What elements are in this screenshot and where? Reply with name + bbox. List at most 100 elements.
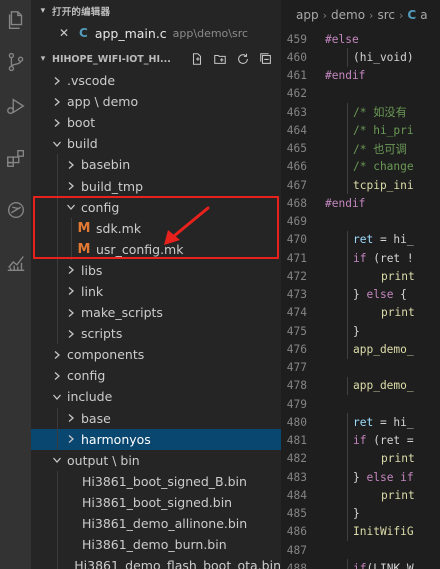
chevron-right-icon[interactable] [63, 431, 79, 447]
code-line[interactable]: 479 [281, 395, 440, 413]
code-line[interactable]: 460 (hi_void) [281, 48, 440, 67]
files-icon[interactable] [0, 2, 31, 38]
line-number: 463 [286, 105, 307, 119]
tree-folder[interactable]: components [31, 344, 281, 365]
code-line[interactable]: 488 if(LINK W [281, 559, 440, 569]
tree-item-label: output \ bin [67, 452, 140, 468]
tree-folder[interactable]: app \ demo [31, 91, 281, 112]
tree-folder[interactable]: basebin [31, 154, 281, 176]
code-text: /* 也可调 [325, 141, 407, 157]
code-line[interactable]: 469 [281, 213, 440, 231]
code-text: InitWifiG [325, 525, 414, 538]
code-line[interactable]: 486 InitWifiG [281, 522, 440, 541]
tree-file[interactable]: Hi3861_demo_burn.bin [31, 534, 281, 556]
code-line[interactable]: 467 tcpip_ini [281, 176, 440, 195]
breadcrumb-item[interactable]: demo [331, 8, 365, 22]
tree-folder[interactable]: harmonyos [31, 428, 281, 450]
code-line[interactable]: 482 print [281, 449, 440, 468]
chevron-right-icon[interactable] [49, 73, 65, 89]
code-line[interactable]: 473} else { [281, 285, 440, 304]
chevron-right-icon[interactable] [63, 178, 79, 194]
chevron-right-icon[interactable] [63, 410, 79, 426]
source-control-icon[interactable] [0, 44, 31, 80]
new-folder-icon[interactable] [213, 52, 227, 66]
code-line[interactable]: 475} [281, 322, 440, 341]
chevron-right-icon[interactable] [49, 347, 65, 363]
new-file-icon[interactable] [190, 52, 204, 66]
code-line[interactable]: 477 [281, 359, 440, 377]
code-line[interactable]: 461 #endif [281, 67, 440, 85]
chevron-right-icon[interactable] [49, 368, 65, 384]
code-editor[interactable]: app › demo › src › C a 459 #else 460 (hi_vo… [281, 0, 440, 569]
code-line[interactable]: 466 /* change [281, 157, 440, 176]
chevron-down-icon[interactable] [49, 136, 65, 152]
tree-folder[interactable]: config [31, 365, 281, 386]
file-tree: .vscode app \ demo boot build basebin build_t… [31, 70, 281, 569]
tree-folder[interactable]: make_scripts [31, 302, 281, 324]
breadcrumb-item[interactable]: app [296, 8, 319, 22]
run-debug-icon[interactable] [0, 88, 31, 124]
breadcrumb-item[interactable]: src [377, 8, 395, 22]
activity-bar [0, 0, 31, 569]
code-line[interactable]: 470 ret = hi_ [281, 230, 440, 249]
code-line[interactable]: 480 ret = hi_ [281, 413, 440, 432]
chevron-down-icon[interactable] [49, 452, 65, 468]
code-line[interactable]: 476 app_demo_ [281, 340, 440, 359]
tree-folder[interactable]: boot [31, 112, 281, 133]
chevron-right-icon[interactable] [63, 262, 79, 278]
code-line[interactable]: 483} else if [281, 468, 440, 487]
breadcrumb-item[interactable]: a [420, 8, 427, 22]
indent-guide [57, 302, 58, 324]
tree-file[interactable]: Hi3861_demo_flash_boot_ota.bin [31, 555, 281, 569]
code-text: /* hi_pri [325, 124, 414, 137]
open-editor-item[interactable]: ✕ C app_main.c app\demo\src [31, 22, 281, 44]
tree-folder[interactable]: output \ bin [31, 450, 281, 471]
close-icon[interactable]: ✕ [59, 26, 71, 40]
tree-folder[interactable]: build [31, 133, 281, 154]
code-line[interactable]: 459 #else [281, 30, 440, 48]
chevron-right-icon[interactable] [63, 283, 79, 299]
code-line[interactable]: 471 if (ret ! [281, 249, 440, 268]
chevron-right-icon[interactable] [63, 326, 79, 342]
refresh-icon[interactable] [236, 52, 250, 66]
chevron-right-icon[interactable] [49, 94, 65, 110]
code-line[interactable]: 468 #endif [281, 194, 440, 212]
breadcrumb-c-icon[interactable]: C [407, 8, 416, 22]
code-line[interactable]: 472 print [281, 267, 440, 286]
code-line[interactable]: 465 /* 也可调 [281, 139, 440, 158]
tree-folder[interactable]: .vscode [31, 70, 281, 91]
tree-folder[interactable]: scripts [31, 323, 281, 345]
chevron-right-icon[interactable] [63, 305, 79, 321]
remote-icon[interactable] [0, 192, 31, 228]
open-editors-header[interactable]: ▾ 打开的编辑器 [31, 0, 281, 22]
code-token: (LINK W [366, 561, 414, 569]
tree-file[interactable]: Hi3861_boot_signed.bin [31, 491, 281, 513]
code-line[interactable]: 484 print [281, 486, 440, 505]
code-line[interactable]: 462 [281, 85, 440, 103]
workspace-header[interactable]: ▾ HIHOPE_WIFI-IOT_HI... [31, 48, 281, 70]
chevron-right-icon[interactable] [63, 157, 79, 173]
breadcrumb: app › demo › src › C a [281, 0, 440, 30]
chevron-right-icon[interactable] [49, 115, 65, 131]
tree-item-label: build [67, 136, 98, 152]
collapse-all-icon[interactable] [259, 52, 273, 66]
code-line[interactable]: 478 app_demo_ [281, 376, 440, 395]
line-number: 471 [286, 251, 307, 265]
code-line[interactable]: 474 print [281, 303, 440, 322]
chevron-down-icon[interactable] [49, 389, 65, 405]
tree-file[interactable]: Hi3861_boot_signed_B.bin [31, 470, 281, 492]
code-line[interactable]: 487 [281, 541, 440, 559]
indent-guide [347, 103, 348, 122]
code-line[interactable]: 464 /* hi_pri [281, 121, 440, 140]
tree-folder[interactable]: base [31, 407, 281, 429]
tree-folder[interactable]: libs [31, 259, 281, 281]
extensions-icon[interactable] [0, 140, 31, 176]
tree-folder[interactable]: build_tmp [31, 175, 281, 197]
chart-icon[interactable] [0, 244, 31, 280]
tree-folder[interactable]: link [31, 280, 281, 303]
tree-file[interactable]: Hi3861_demo_allinone.bin [31, 512, 281, 535]
code-line[interactable]: 485} [281, 504, 440, 523]
tree-folder[interactable]: include [31, 386, 281, 407]
code-line[interactable]: 481 if (ret = [281, 431, 440, 450]
code-line[interactable]: 463 /* 如没有 [281, 103, 440, 122]
